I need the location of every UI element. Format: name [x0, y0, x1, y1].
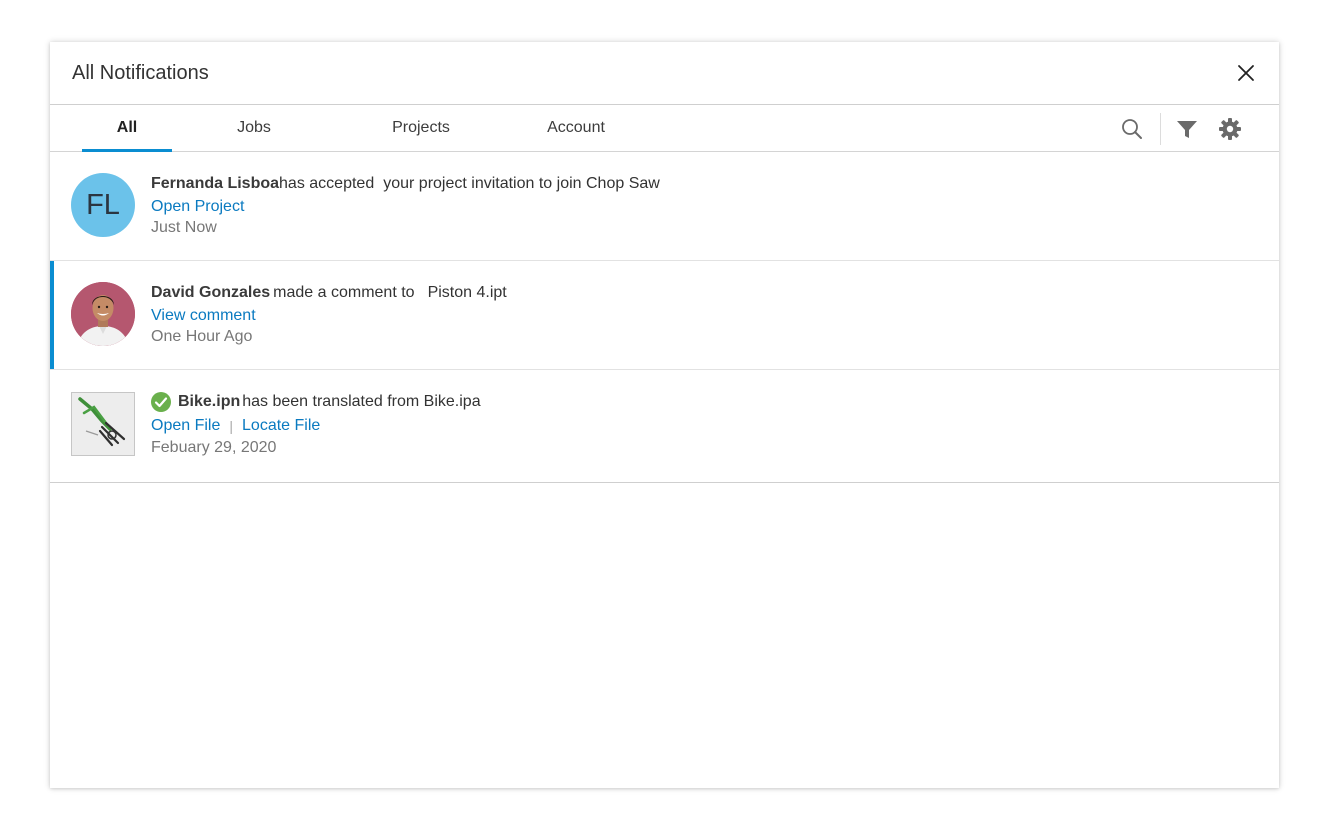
- notification-action: made a comment to: [273, 284, 415, 301]
- view-comment-link[interactable]: View comment: [151, 307, 256, 325]
- avatar: FL: [71, 173, 135, 237]
- link-separator: |: [229, 418, 234, 434]
- toolbar-divider: [1160, 113, 1161, 145]
- notification-action: has accepted: [279, 175, 375, 192]
- tab-jobs[interactable]: Jobs: [214, 105, 294, 151]
- notifications-panel: All Notifications All Jobs Projects Acco…: [50, 42, 1279, 788]
- tab-label: Jobs: [237, 119, 271, 136]
- notification-message: Fernanda Lisboa has accepted your projec…: [151, 174, 660, 194]
- notification-detail: your project invitation to join Chop Saw: [383, 175, 660, 192]
- notification-time: Febuary 29, 2020: [151, 439, 277, 456]
- notification-time: One Hour Ago: [151, 328, 253, 345]
- open-project-link[interactable]: Open Project: [151, 198, 244, 216]
- file-name: Piston 4.ipt: [427, 284, 507, 301]
- notification-content: Fernanda Lisboa has accepted your projec…: [151, 174, 660, 237]
- search-icon: [1122, 119, 1142, 139]
- gear-icon: [1219, 118, 1241, 140]
- filter-icon: [1177, 121, 1197, 138]
- notification-message: David Gonzales made a comment to Piston …: [151, 283, 507, 303]
- check-circle-icon: [151, 392, 171, 412]
- notification-content: Bike.ipn has been translated from Bike.i…: [151, 392, 481, 457]
- settings-button[interactable]: [1218, 117, 1242, 141]
- avatar-initials: FL: [86, 188, 120, 221]
- tab-all[interactable]: All: [82, 105, 172, 152]
- close-icon: [1238, 65, 1254, 81]
- notification-action: has been translated from Bike.ipa: [242, 393, 481, 410]
- notification-message: Bike.ipn has been translated from Bike.i…: [151, 392, 481, 412]
- panel-header: All Notifications: [50, 42, 1279, 105]
- tab-bar: All Jobs Projects Account: [50, 105, 1279, 152]
- notification-item-unread: David Gonzales made a comment to Piston …: [50, 261, 1279, 370]
- notification-item: Bike.ipn has been translated from Bike.i…: [50, 370, 1279, 483]
- tab-label: Account: [547, 119, 605, 136]
- locate-file-link[interactable]: Locate File: [242, 417, 320, 435]
- file-name: Bike.ipn: [178, 393, 241, 410]
- user-name: Fernanda Lisboa: [151, 175, 280, 192]
- open-file-link[interactable]: Open File: [151, 417, 220, 435]
- close-button[interactable]: [1235, 62, 1257, 84]
- search-button[interactable]: [1120, 117, 1144, 141]
- bike-model-thumbnail: [72, 393, 134, 455]
- tab-label: All: [116, 119, 138, 136]
- tab-account[interactable]: Account: [531, 105, 621, 151]
- unread-indicator: [50, 261, 54, 369]
- notification-content: David Gonzales made a comment to Piston …: [151, 283, 507, 346]
- user-name: David Gonzales: [151, 284, 271, 301]
- user-photo-avatar: [71, 282, 135, 346]
- avatar: [71, 282, 135, 346]
- file-thumbnail[interactable]: [71, 392, 135, 456]
- tab-label: Projects: [392, 119, 450, 136]
- panel-title: All Notifications: [72, 62, 209, 84]
- filter-button[interactable]: [1175, 117, 1199, 141]
- tab-projects[interactable]: Projects: [376, 105, 466, 151]
- notification-item: FL Fernanda Lisboa has accepted your pro…: [50, 152, 1279, 261]
- notification-time: Just Now: [151, 219, 217, 236]
